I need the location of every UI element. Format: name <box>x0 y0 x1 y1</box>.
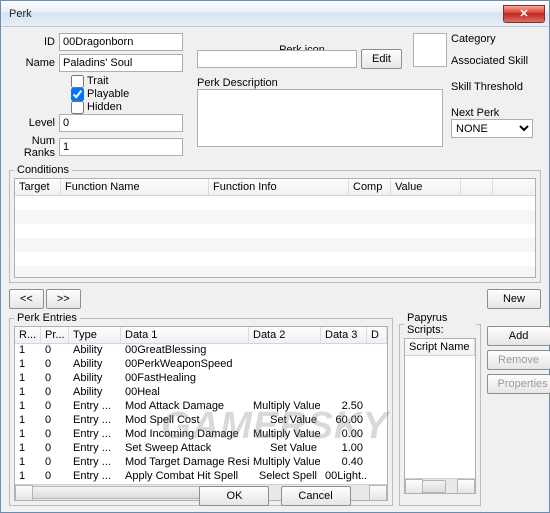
hidden-check-wrap[interactable]: Hidden <box>71 101 122 113</box>
numranks-label: Num Ranks <box>9 135 59 159</box>
conditions-table[interactable]: TargetFunction NameFunction InfoCompValu… <box>14 178 536 278</box>
nextperk-label: Next Perk <box>451 107 533 119</box>
id-label: ID <box>9 36 59 48</box>
close-icon: ✕ <box>519 7 528 20</box>
table-row[interactable]: 10Entry ...Mod Spell CostSet Value60.00 <box>15 414 387 428</box>
perkdesc-textarea[interactable] <box>197 89 443 147</box>
window-title: Perk <box>9 8 503 20</box>
entry-col[interactable]: Pr... <box>41 327 69 343</box>
perkentries-legend: Perk Entries <box>14 312 80 324</box>
level-label: Level <box>9 117 59 129</box>
table-row[interactable]: 10Ability00FastHealing <box>15 372 387 386</box>
cond-col[interactable]: Function Info <box>209 179 349 195</box>
papyrus-group: Papyrus Scripts: Script Name <box>399 312 481 506</box>
entry-col[interactable]: Data 2 <box>249 327 321 343</box>
category-label: Category <box>451 33 533 45</box>
skillthresh-label: Skill Threshold <box>451 81 533 93</box>
papyrus-legend: Papyrus Scripts: <box>404 312 476 336</box>
cancel-button[interactable]: Cancel <box>281 486 351 506</box>
table-row[interactable]: 10Ability00Heal <box>15 386 387 400</box>
table-row[interactable]: 10Entry ...Mod Incoming DamageMultiply V… <box>15 428 387 442</box>
entry-col[interactable]: Data 1 <box>121 327 249 343</box>
perkicon-input[interactable] <box>197 50 357 68</box>
cond-col[interactable]: Function Name <box>61 179 209 195</box>
table-row[interactable]: 10Ability00PerkWeaponSpeed <box>15 358 387 372</box>
assocskill-label: Associated Skill <box>451 55 533 67</box>
perkentries-group: Perk Entries R...Pr...TypeData 1Data 2Da… <box>9 312 393 506</box>
next-button[interactable]: >> <box>46 289 81 309</box>
cond-col[interactable]: Comp <box>349 179 391 195</box>
playable-check-wrap[interactable]: Playable <box>71 88 129 100</box>
remove-button[interactable]: Remove <box>487 350 550 370</box>
table-row[interactable]: 10Entry ...Mod Attack DamageMultiply Val… <box>15 400 387 414</box>
prev-button[interactable]: << <box>9 289 44 309</box>
perk-icon-box <box>413 33 447 67</box>
hidden-checkbox[interactable] <box>71 101 84 114</box>
table-row[interactable]: 10Entry ...Set Sweep AttackSet Value1.00 <box>15 442 387 456</box>
perkentries-table[interactable]: R...Pr...TypeData 1Data 2Data 3D 10Abili… <box>14 326 388 501</box>
name-label: Name <box>9 57 59 69</box>
name-input[interactable] <box>59 54 183 72</box>
properties-button[interactable]: Properties <box>487 374 550 394</box>
table-row[interactable]: 10Entry ...Mod Target Damage Resi...Mult… <box>15 456 387 470</box>
table-row[interactable]: 10Ability00GreatBlessing <box>15 344 387 358</box>
playable-checkbox[interactable] <box>71 88 84 101</box>
titlebar: Perk ✕ <box>1 1 549 27</box>
trait-check-wrap[interactable]: Trait <box>71 75 109 87</box>
add-button[interactable]: Add <box>487 326 550 346</box>
edit-icon-button[interactable]: Edit <box>361 49 402 69</box>
entry-col[interactable]: R... <box>15 327 41 343</box>
client-area: ID Name Trait Playable Hidden Level <box>1 27 549 512</box>
perkdesc-label: Perk Description <box>197 77 447 89</box>
trait-checkbox[interactable] <box>71 75 84 88</box>
entry-col[interactable]: Data 3 <box>321 327 367 343</box>
id-input[interactable] <box>59 33 183 51</box>
close-button[interactable]: ✕ <box>503 5 545 23</box>
papyrus-table[interactable]: Script Name <box>404 338 476 494</box>
new-button[interactable]: New <box>487 289 541 309</box>
cond-col[interactable]: Value <box>391 179 461 195</box>
table-row[interactable]: 10Entry ...Apply Combat Hit SpellSelect … <box>15 470 387 484</box>
conditions-group: Conditions TargetFunction NameFunction I… <box>9 164 541 283</box>
numranks-input[interactable] <box>59 138 183 156</box>
level-input[interactable] <box>59 114 183 132</box>
entry-col[interactable]: Type <box>69 327 121 343</box>
entry-col[interactable]: D <box>367 327 387 343</box>
nextperk-select[interactable]: NONE <box>451 119 533 138</box>
perk-window: Perk ✕ ID Name Trait Playable Hidde <box>0 0 550 513</box>
cond-col[interactable]: Target <box>15 179 61 195</box>
ok-button[interactable]: OK <box>199 486 269 506</box>
conditions-legend: Conditions <box>14 164 72 176</box>
cond-col[interactable] <box>461 179 493 195</box>
